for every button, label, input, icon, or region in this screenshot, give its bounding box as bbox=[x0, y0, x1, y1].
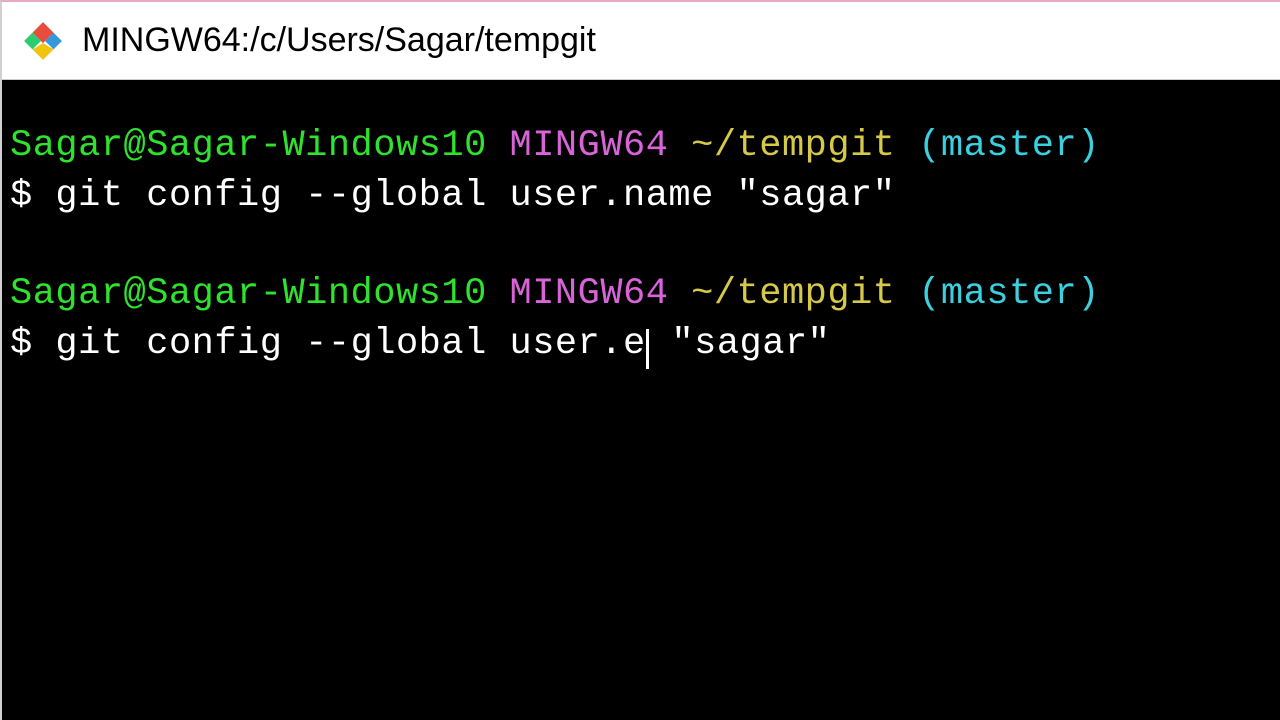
cwd-path: ~/tempgit bbox=[691, 125, 895, 167]
command-text: git config --global user.name "sagar" bbox=[55, 175, 895, 217]
text-cursor bbox=[646, 329, 649, 369]
command-line-active[interactable]: $ git config --global user.e "sagar" bbox=[10, 320, 1280, 370]
git-branch: (master) bbox=[918, 273, 1100, 315]
prompt-line: Sagar@Sagar-Windows10 MINGW64 ~/tempgit … bbox=[10, 122, 1280, 172]
prompt-line: Sagar@Sagar-Windows10 MINGW64 ~/tempgit … bbox=[10, 270, 1280, 320]
user-host: Sagar@Sagar-Windows10 bbox=[10, 273, 487, 315]
env-name: MINGW64 bbox=[510, 273, 669, 315]
user-host: Sagar@Sagar-Windows10 bbox=[10, 125, 487, 167]
command-text-before-cursor: git config --global user.e bbox=[55, 323, 645, 365]
env-name: MINGW64 bbox=[510, 125, 669, 167]
prompt-symbol: $ bbox=[10, 175, 55, 217]
command-line: $ git config --global user.name "sagar" bbox=[10, 172, 1280, 222]
mingw-icon bbox=[22, 20, 64, 62]
terminal-body[interactable]: Sagar@Sagar-Windows10 MINGW64 ~/tempgit … bbox=[2, 80, 1280, 720]
cwd-path: ~/tempgit bbox=[691, 273, 895, 315]
command-text-after-cursor: "sagar" bbox=[649, 323, 831, 365]
window-titlebar[interactable]: MINGW64:/c/Users/Sagar/tempgit bbox=[2, 2, 1280, 80]
window-title: MINGW64:/c/Users/Sagar/tempgit bbox=[82, 21, 596, 60]
prompt-symbol: $ bbox=[10, 323, 55, 365]
git-branch: (master) bbox=[918, 125, 1100, 167]
